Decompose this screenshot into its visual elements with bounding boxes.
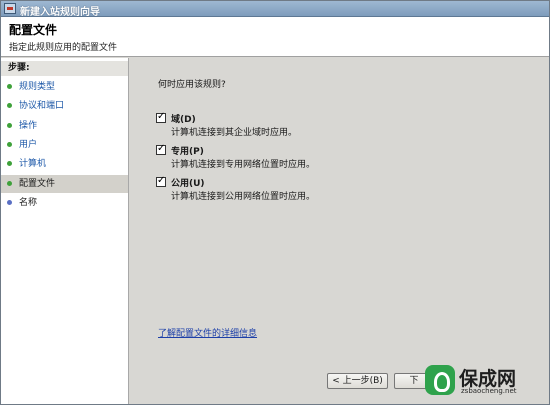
watermark-shield-icon [425, 365, 455, 395]
domain-label[interactable]: 域(D) [171, 112, 196, 125]
step-done-icon [7, 103, 12, 108]
private-description: 计算机连接到专用网络位置时应用。 [171, 160, 316, 170]
step-name: 名称 [1, 194, 128, 212]
step-label: 用户 [19, 140, 38, 150]
step-label: 规则类型 [19, 82, 56, 92]
private-checkbox[interactable] [156, 143, 166, 155]
public-checkbox[interactable] [156, 175, 166, 187]
step-label: 计算机 [19, 159, 47, 169]
step-current-icon [7, 181, 12, 186]
step-label: 协议和端口 [19, 101, 65, 111]
step-done-icon [7, 142, 12, 147]
firewall-icon [4, 3, 16, 14]
steps-label: 步骤: [1, 61, 128, 76]
step-protocol-ports[interactable]: 协议和端口 [1, 97, 128, 115]
step-computer[interactable]: 计算机 [1, 155, 128, 173]
page-subtitle: 指定此规则应用的配置文件 [9, 43, 118, 53]
step-label: 操作 [19, 121, 38, 131]
steps-sidebar: 步骤: 规则类型 协议和端口 操作 用户 计算机 配置文件 名称 [1, 58, 129, 404]
watermark-url: zsbaocheng.net [461, 387, 517, 395]
public-description: 计算机连接到公用网络位置时应用。 [171, 192, 316, 202]
step-profile[interactable]: 配置文件 [1, 175, 128, 193]
step-done-icon [7, 161, 12, 166]
step-done-icon [7, 84, 12, 89]
domain-description: 计算机连接到其企业域时应用。 [171, 128, 298, 138]
wizard-header: 配置文件 指定此规则应用的配置文件 [1, 17, 549, 57]
step-users[interactable]: 用户 [1, 136, 128, 154]
wizard-window: 新建入站规则向导 配置文件 指定此规则应用的配置文件 步骤: 规则类型 协议和端… [0, 0, 550, 405]
question-text: 何时应用该规则? [158, 80, 226, 90]
step-action[interactable]: 操作 [1, 117, 128, 135]
private-label[interactable]: 专用(P) [171, 144, 204, 157]
step-done-icon [7, 123, 12, 128]
domain-checkbox[interactable] [156, 111, 166, 123]
site-watermark: 保成网 zsbaocheng.net [425, 364, 545, 398]
back-button[interactable]: < 上一步(B) [327, 373, 388, 389]
public-label[interactable]: 公用(U) [171, 176, 205, 189]
profile-help-link[interactable]: 了解配置文件的详细信息 [158, 326, 257, 339]
step-rule-type[interactable]: 规则类型 [1, 78, 128, 96]
step-label: 配置文件 [19, 179, 56, 189]
step-pending-icon [7, 200, 12, 205]
step-label: 名称 [19, 198, 38, 208]
title-bar[interactable]: 新建入站规则向导 [1, 1, 549, 18]
window-title: 新建入站规则向导 [20, 7, 100, 18]
page-title: 配置文件 [9, 23, 58, 37]
main-panel: 何时应用该规则? 域(D) 计算机连接到其企业域时应用。 专用(P) 计算机连接… [130, 58, 549, 404]
